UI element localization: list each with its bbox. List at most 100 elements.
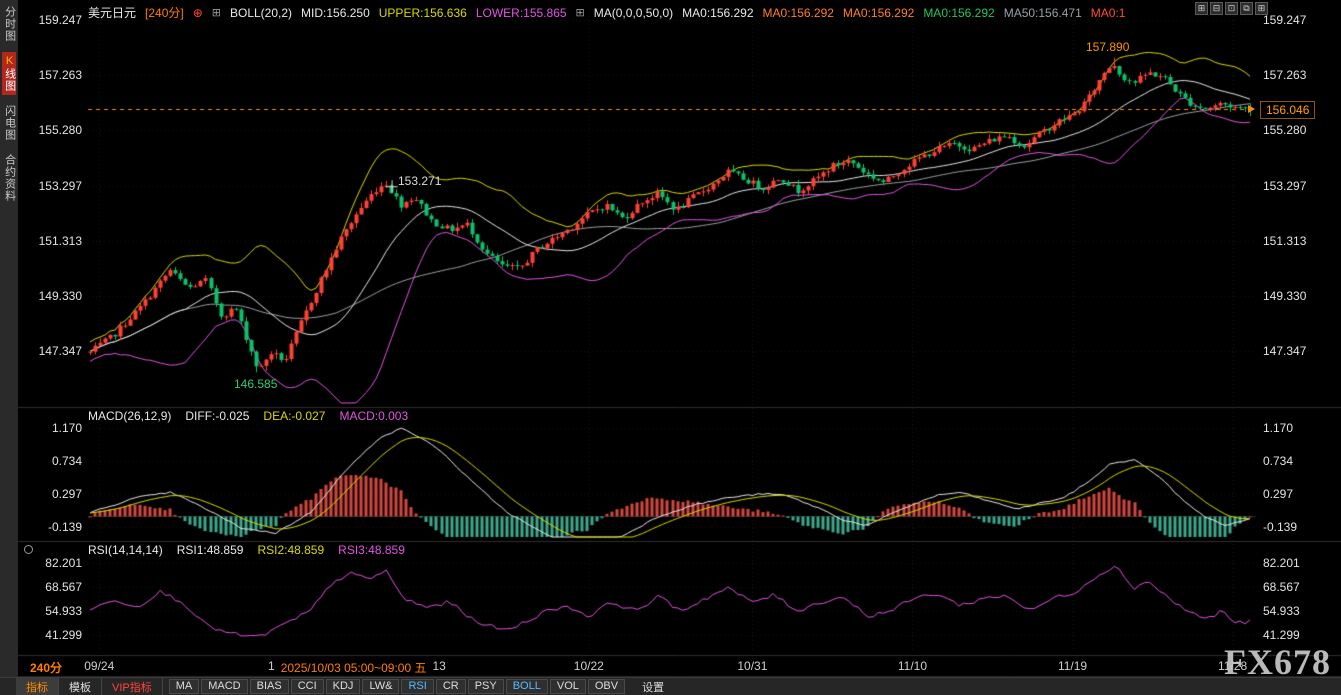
macd-axis-label-left: -0.139 [26, 520, 82, 534]
period-badge[interactable]: 240分 [30, 659, 62, 676]
rsi-axis-label-right: 68.567 [1263, 580, 1319, 594]
toolbar-item-VOL[interactable]: VOL [550, 679, 586, 694]
price-axis-label-left: 157.263 [26, 68, 82, 82]
price-axis-label-right: 147.347 [1263, 344, 1319, 358]
macd-macd-value: MACD:0.003 [339, 409, 408, 423]
rsi3-value: RSI3:48.859 [338, 543, 405, 557]
price-axis-label-left: 151.313 [26, 234, 82, 248]
ma-values: MA0:156.292MA0:156.292MA0:156.292MA0:156… [682, 6, 1125, 20]
rsi-axis-label-left: 54.933 [26, 604, 82, 618]
cursor-suffix: 13 [432, 659, 445, 676]
macd-title: MACD(26,12,9) [88, 409, 171, 423]
toolbar-item-BIAS[interactable]: BIAS [250, 679, 289, 694]
date-label-10/22: 10/22 [567, 659, 611, 673]
macd-axis-label-right: 1.170 [1263, 421, 1319, 435]
layout-icon-4[interactable]: ⧉ [1240, 2, 1253, 15]
macd-axis-label-left: 1.170 [26, 421, 82, 435]
rsi-axis-label-left: 68.567 [26, 580, 82, 594]
layout-icon-5[interactable]: ⊞ [1255, 2, 1268, 15]
toolbar-item-MACD[interactable]: MACD [201, 679, 247, 694]
date-label-09/24: 09/24 [77, 659, 121, 673]
sidebar-item-rest: 线图 [4, 68, 16, 92]
ma-indicator-icon: ⊞ [576, 6, 585, 19]
annotation-high-price: 157.890 [1086, 40, 1129, 54]
macd-axis-label-left: 0.734 [26, 454, 82, 468]
layout-icon-1[interactable]: ⊞ [1195, 2, 1208, 15]
price-axis-label-right: 153.297 [1263, 179, 1319, 193]
layout-icon-2[interactable]: ⊟ [1210, 2, 1223, 15]
sidebar-item-4[interactable]: 合约资料 [2, 151, 15, 205]
date-label-11/19: 11/19 [1051, 659, 1095, 673]
trading-terminal: 分时图 K线图闪电图合约资料 美元日元 [240分] ⊕ ⊞ BOLL(20,2)… [0, 0, 1341, 695]
boll-indicator-icon: ⊞ [212, 6, 221, 19]
sidebar-item-3[interactable]: 闪电图 [2, 102, 15, 144]
date-label-10/31: 10/31 [730, 659, 774, 673]
price-axis-label-left: 155.280 [26, 123, 82, 137]
window-controls: ⊞⊟⊡⧉⊞ [1195, 2, 1268, 15]
rsi-legend: RSI(14,14,14) RSI1:48.859 RSI2:48.859 RS… [88, 543, 405, 557]
price-axis-label-right: 151.313 [1263, 234, 1319, 248]
price-axis-label-right: 149.330 [1263, 289, 1319, 303]
sidebar-item-1[interactable]: 分时图 [2, 3, 15, 45]
rsi1-value: RSI1:48.859 [177, 543, 244, 557]
boll-name: BOLL(20,2) [230, 6, 292, 20]
price-axis-label-left: 149.330 [26, 289, 82, 303]
toolbar-item-VIP指标[interactable]: VIP指标 [102, 678, 163, 695]
ma-value-6: MA0:1 [1091, 6, 1126, 20]
toolbar-item-CR[interactable]: CR [436, 679, 466, 694]
ma-name: MA(0,0,0,50,0) [594, 6, 673, 20]
expand-icon[interactable]: ⊕ [193, 6, 203, 20]
sidebar-item-2[interactable]: K线图 [2, 52, 15, 95]
rsi-axis-label-left: 41.299 [26, 628, 82, 642]
price-axis-label-left: 153.297 [26, 179, 82, 193]
boll-upper-value: UPPER:156.636 [379, 6, 467, 20]
chart-canvas[interactable] [0, 0, 1341, 695]
time-axis: 240分 1 2025/10/03 05:00~09:00 五 13 09/24… [0, 659, 1341, 676]
toolbar-item-KDJ[interactable]: KDJ [326, 679, 361, 694]
symbol-name: 美元日元 [88, 4, 136, 21]
rsi-axis-label-left: 82.201 [26, 556, 82, 570]
toolbar-item-MA[interactable]: MA [169, 679, 200, 694]
price-axis-label-left: 159.247 [26, 13, 82, 27]
macd-diff-value: DIFF:-0.025 [185, 409, 249, 423]
indicator-toolbar: 指标模板VIP指标 MAMACDBIASCCIKDJLW&RSICRPSYBOLL… [0, 677, 1341, 695]
rsi2-value: RSI2:48.859 [257, 543, 324, 557]
left-sidebar: 分时图 K线图闪电图合约资料 [0, 0, 18, 677]
cursor-datetime: 2025/10/03 05:00~09:00 五 [281, 659, 427, 676]
toolbar-item-PSY[interactable]: PSY [468, 679, 504, 694]
cursor-info: 1 2025/10/03 05:00~09:00 五 13 [268, 659, 446, 676]
chart-legend: 美元日元 [240分] ⊕ ⊞ BOLL(20,2) MID:156.250 U… [88, 4, 1200, 21]
last-price-tag: 156.046 [1260, 101, 1315, 119]
toolbar-item-CCI[interactable]: CCI [291, 679, 324, 694]
ma-value-5: MA50:156.471 [1004, 6, 1082, 20]
macd-axis-label-right: -0.139 [1263, 520, 1319, 534]
ma-value-2: MA0:156.292 [763, 6, 834, 20]
rsi-collapse-icon[interactable] [24, 545, 33, 554]
rsi-axis-label-right: 41.299 [1263, 628, 1319, 642]
layout-icon-3[interactable]: ⊡ [1225, 2, 1238, 15]
annotation-crosshair-price: 153.271 [398, 174, 441, 188]
toolbar-item-设置[interactable]: 设置 [634, 678, 672, 695]
rsi-axis-label-right: 82.201 [1263, 556, 1319, 570]
toolbar-item-模板[interactable]: 模板 [59, 678, 102, 695]
macd-axis-label-right: 0.297 [1263, 487, 1319, 501]
annotation-low-price: 146.585 [234, 377, 277, 391]
toolbar-item-指标[interactable]: 指标 [16, 678, 59, 695]
toolbar-item-RSI[interactable]: RSI [401, 679, 433, 694]
macd-axis-label-left: 0.297 [26, 487, 82, 501]
macd-dea-value: DEA:-0.027 [263, 409, 325, 423]
ma-value-3: MA0:156.292 [843, 6, 914, 20]
cursor-prefix: 1 [268, 659, 275, 676]
price-axis-label-right: 159.247 [1263, 13, 1319, 27]
macd-axis-label-right: 0.734 [1263, 454, 1319, 468]
latest-price-arrow[interactable] [1248, 105, 1255, 113]
price-axis-label-right: 155.280 [1263, 123, 1319, 137]
toolbar-item-OBV[interactable]: OBV [588, 679, 625, 694]
toolbar-item-BOLL[interactable]: BOLL [506, 679, 548, 694]
toolbar-item-LW&[interactable]: LW& [362, 679, 399, 694]
price-axis-label-left: 147.347 [26, 344, 82, 358]
ma-value-4: MA0:156.292 [923, 6, 994, 20]
date-label-11/10: 11/10 [890, 659, 934, 673]
macd-legend: MACD(26,12,9) DIFF:-0.025 DEA:-0.027 MAC… [88, 409, 408, 423]
period-label: [240分] [145, 4, 184, 21]
